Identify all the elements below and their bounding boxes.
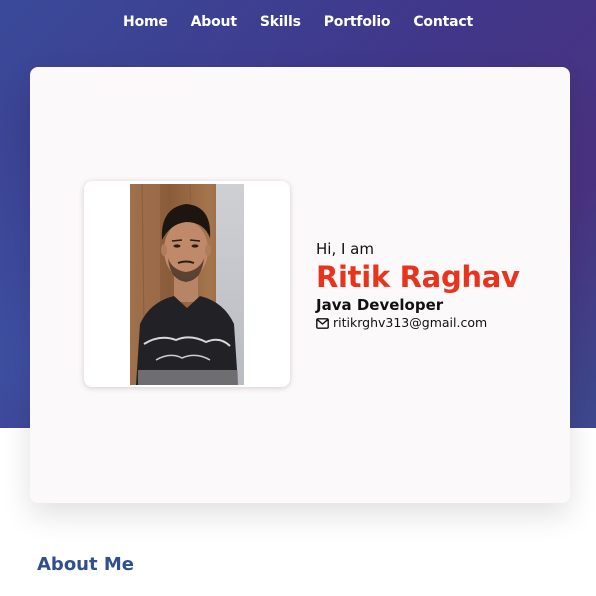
nav-skills-link[interactable]: Skills (248, 12, 312, 32)
greeting-text: Hi, I am (316, 240, 374, 258)
email-row[interactable]: ritikrghv313@gmail.com (316, 315, 520, 331)
email-link[interactable]: ritikrghv313@gmail.com (333, 315, 487, 331)
portfolio-page: Home About Skills Portfolio Contact Hi, … (0, 0, 596, 596)
hero-card: Hi, I am Ritik Raghav Java Developer rit… (30, 67, 570, 503)
nav-portfolio-link[interactable]: Portfolio (312, 12, 402, 32)
envelope-icon (316, 317, 329, 329)
about-section-title: About Me (37, 554, 134, 575)
profile-photo (130, 184, 244, 385)
nav-about-link[interactable]: About (179, 12, 248, 32)
profile-photo-frame (84, 181, 290, 387)
nav-contact-link[interactable]: Contact (402, 12, 485, 32)
job-title: Java Developer (316, 296, 444, 314)
nav-home-link[interactable]: Home (112, 12, 180, 32)
main-nav: Home About Skills Portfolio Contact (0, 12, 596, 32)
person-name: Ritik Raghav (316, 260, 520, 294)
intro-block: Hi, I am Ritik Raghav Java Developer rit… (316, 239, 520, 331)
